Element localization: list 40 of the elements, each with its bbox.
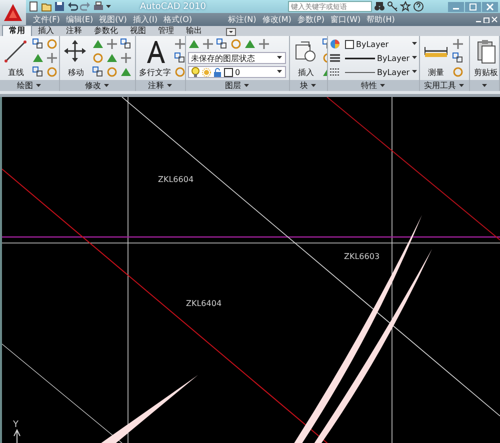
drawing-label: ZKL6604 [158,175,194,184]
panel-title: 图层 [225,80,241,91]
menu-item[interactable]: 视图(V) [96,14,130,25]
panel-title: 绘图 [17,80,33,91]
menu-item[interactable]: 插入(I) [130,14,160,25]
ribbon-button[interactable]: 多行文字 [138,38,172,79]
drawing-canvas[interactable]: ZKL6604 ZKL6603 ZKL6404 Y [2,97,500,443]
ribbon-tab[interactable]: 参数化 [88,26,124,36]
panel-title: 注释 [148,80,164,91]
axis-label: Y [13,420,18,430]
menu-item[interactable]: 参数(P) [294,14,328,25]
panel-title: 块 [300,80,308,91]
panel-title: 修改 [85,80,101,91]
color-dropdown[interactable]: ByLayer [342,38,419,50]
ribbon-button[interactable]: 测量 [422,38,450,79]
ribbon-button[interactable]: 插入 [292,38,320,79]
ribbon-tab[interactable]: 管理 [152,26,180,36]
ribbon-tab[interactable]: 视图 [124,26,152,36]
menu-item[interactable]: 修改(M) [259,14,294,25]
menu-item[interactable]: 编辑(E) [62,14,96,25]
panel-title: 实用工具 [424,80,456,91]
drawing-label: ZKL6404 [186,299,222,308]
ribbon-tab[interactable]: 常用 [2,25,32,36]
ribbon-tab[interactable]: 输出 [180,26,208,36]
ribbon-button[interactable]: 直线 [2,38,30,79]
menu-item[interactable]: 文件(F) [30,14,63,25]
lineweight-dropdown[interactable]: ByLayer [342,52,419,64]
ribbon-button[interactable]: 移动 [62,38,90,79]
window-title: AutoCAD 2010 [140,2,206,12]
menu-item[interactable]: 窗口(W) [327,14,364,25]
menu-item[interactable]: 标注(N) [225,14,260,25]
panel-title: 特性 [361,80,377,91]
menu-item[interactable]: 格式(O) [160,14,196,25]
ribbon-tab[interactable]: 插入 [32,26,60,36]
layer-dropdown[interactable]: 0 [188,66,286,78]
drawing-label: ZKL6603 [344,252,380,261]
ribbon-tab[interactable]: 注释 [60,26,88,36]
layer-state-dropdown[interactable]: 未保存的图层状态 [188,52,286,64]
menu-item[interactable]: 帮助(H) [364,14,398,25]
linetype-dropdown[interactable]: ByLayer [342,66,419,78]
